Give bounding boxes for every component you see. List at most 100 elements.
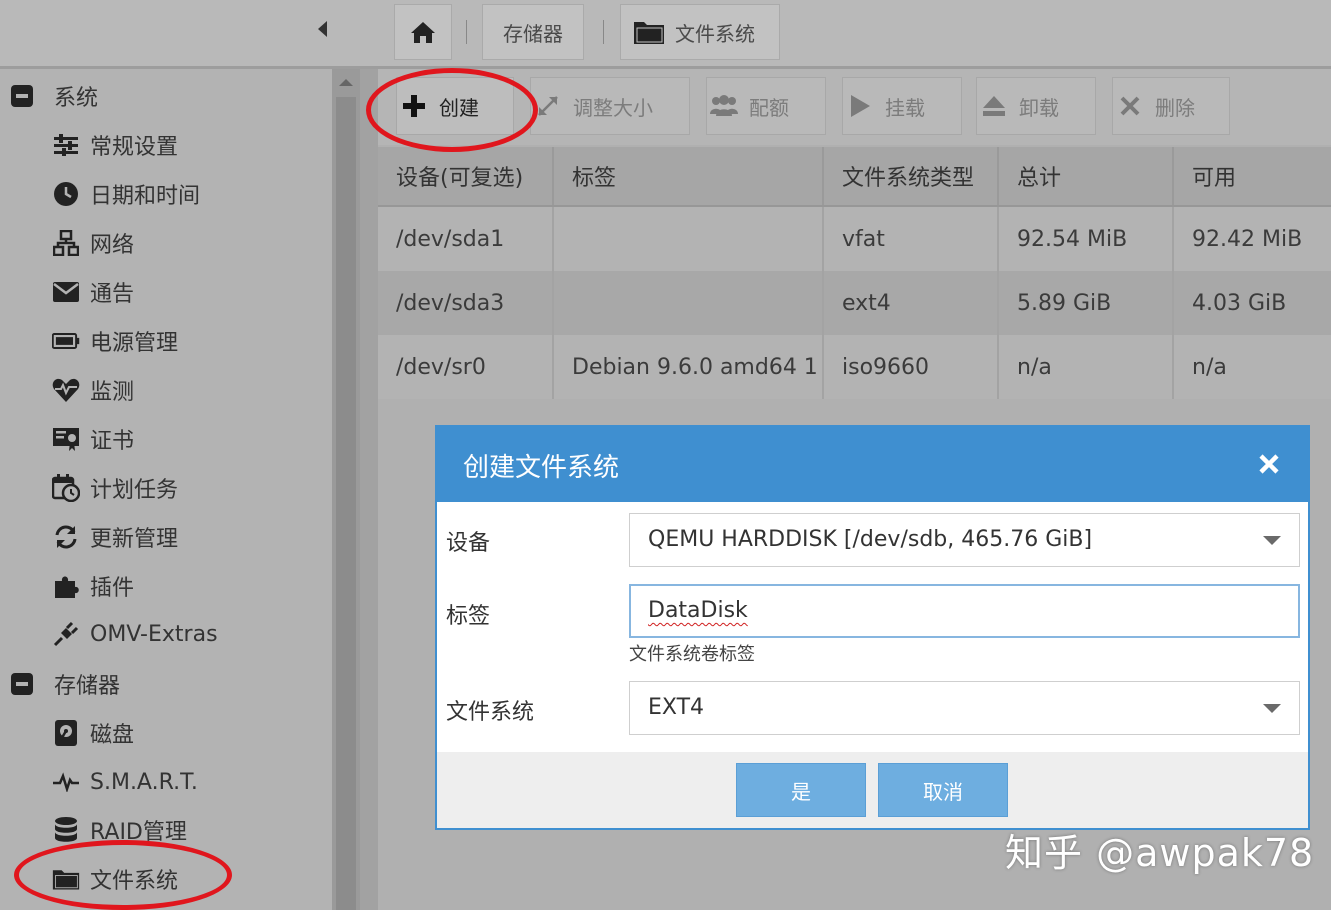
- cell-available: 4.03 GiB: [1192, 290, 1287, 316]
- collapse-sidebar-button[interactable]: [312, 18, 332, 40]
- delete-button[interactable]: 删除: [1112, 77, 1230, 135]
- table-row[interactable]: /dev/sr0 Debian 9.6.0 amd64 1 iso9660 n/…: [378, 335, 1331, 399]
- resize-button[interactable]: 调整大小: [530, 77, 690, 135]
- unmount-button[interactable]: 卸载: [976, 77, 1096, 135]
- envelope-icon: [52, 278, 80, 306]
- breadcrumb-storage[interactable]: 存储器: [482, 4, 584, 60]
- ok-button[interactable]: 是: [736, 763, 866, 817]
- scroll-up-icon[interactable]: [339, 79, 353, 86]
- sidebar-scrollbar[interactable]: [332, 69, 360, 910]
- sidebar-item-update-management[interactable]: 更新管理: [0, 514, 330, 560]
- mount-button-label: 挂载: [885, 95, 925, 120]
- heartbeat-icon: [52, 376, 80, 404]
- device-select-value: QEMU HARDDISK [/dev/sdb, 465.76 GiB]: [648, 527, 1093, 552]
- home-icon: [411, 22, 435, 43]
- breadcrumb-home[interactable]: [394, 4, 452, 60]
- sidebar-item-scheduled-jobs[interactable]: 计划任务: [0, 465, 330, 511]
- cell-total: 92.54 MiB: [999, 207, 1174, 271]
- breadcrumb-separator: [466, 20, 467, 44]
- battery-icon: [52, 327, 80, 355]
- sidebar-item-label: 证书: [90, 429, 135, 454]
- filesystem-select-value: EXT4: [648, 695, 705, 720]
- column-header-device[interactable]: 设备(可复选): [378, 147, 554, 205]
- scrollbar-thumb[interactable]: [336, 97, 356, 910]
- label-input[interactable]: DataDisk: [629, 584, 1300, 638]
- sidebar-item-label: 磁盘: [90, 723, 135, 748]
- play-icon: [843, 94, 877, 118]
- sidebar-item-disks[interactable]: 磁盘: [0, 710, 330, 756]
- watermark: 知乎 @awpak78: [1005, 831, 1315, 875]
- sidebar-group-label: 系统: [54, 86, 99, 111]
- column-header-label: 文件系统类型: [842, 166, 975, 191]
- sidebar-group-storage[interactable]: 存储器: [0, 660, 330, 708]
- cell-label: Debian 9.6.0 amd64 1: [554, 335, 824, 399]
- cancel-button[interactable]: 取消: [878, 763, 1008, 817]
- cell-total: n/a: [999, 335, 1174, 399]
- sidebar-group-label: 存储器: [54, 674, 121, 699]
- sidebar-item-power-management[interactable]: 电源管理: [0, 318, 330, 364]
- sidebar-item-general-settings[interactable]: 常规设置: [0, 122, 330, 168]
- cell-device: /dev/sr0: [378, 335, 554, 399]
- cell-device: /dev/sda1: [378, 207, 554, 271]
- breadcrumb-separator: [603, 20, 604, 44]
- mount-button[interactable]: 挂载: [842, 77, 962, 135]
- quota-button-label: 配额: [749, 95, 789, 120]
- create-filesystem-dialog: 创建文件系统 设备 QEMU HARDDISK [/dev/sdb, 465.7…: [435, 425, 1310, 830]
- cell-available: n/a: [1192, 354, 1227, 380]
- column-header-total[interactable]: 总计: [999, 147, 1174, 205]
- column-header-label-col[interactable]: 标签: [554, 147, 824, 205]
- certificate-icon: [52, 425, 80, 453]
- chevron-left-icon: [317, 21, 327, 37]
- breadcrumb-filesystems[interactable]: 文件系统: [620, 4, 780, 60]
- database-icon: [52, 816, 80, 844]
- cell-fs-type: vfat: [824, 207, 999, 271]
- collapse-minus-icon[interactable]: [11, 85, 33, 107]
- column-header-label: 总计: [1017, 166, 1062, 191]
- collapse-minus-icon[interactable]: [11, 673, 33, 695]
- sidebar-item-network[interactable]: 网络: [0, 220, 330, 266]
- filesystem-field-label: 文件系统: [446, 700, 535, 725]
- sidebar-item-date-time[interactable]: 日期和时间: [0, 171, 330, 217]
- sidebar-item-label: S.M.A.R.T.: [90, 769, 198, 795]
- sidebar-item-label: 日期和时间: [90, 184, 201, 209]
- device-field-label: 设备: [446, 531, 491, 556]
- sliders-icon: [52, 131, 80, 159]
- sidebar-item-certificates[interactable]: 证书: [0, 416, 330, 462]
- label-field-label: 标签: [446, 604, 491, 629]
- table-row[interactable]: /dev/sda1 vfat 92.54 MiB 92.42 MiB: [378, 207, 1331, 271]
- sidebar-group-system[interactable]: 系统: [0, 72, 330, 120]
- sidebar-item-notification[interactable]: 通告: [0, 269, 330, 315]
- chevron-down-icon[interactable]: [1263, 704, 1281, 713]
- dialog-title: 创建文件系统: [463, 453, 620, 483]
- quota-button[interactable]: 配额: [706, 77, 826, 135]
- top-bar: 存储器 文件系统: [0, 0, 1331, 69]
- cell-fs-type: ext4: [824, 271, 999, 335]
- column-header-available[interactable]: 可用: [1174, 147, 1331, 205]
- calendar-clock-icon: [52, 474, 80, 502]
- clock-icon: [52, 180, 80, 208]
- cell-total: 5.89 GiB: [999, 271, 1174, 335]
- sidebar-item-label: OMV-Extras: [90, 621, 218, 647]
- eject-icon: [977, 95, 1011, 117]
- dialog-footer: 是 取消: [437, 752, 1308, 828]
- sidebar-item-label: 常规设置: [90, 135, 179, 160]
- delete-button-label: 删除: [1155, 95, 1195, 120]
- sidebar-item-smart[interactable]: S.M.A.R.T.: [0, 759, 330, 805]
- sidebar-item-label: 插件: [90, 576, 135, 601]
- table-row[interactable]: /dev/sda3 ext4 5.89 GiB 4.03 GiB: [378, 271, 1331, 335]
- annotation-circle-filesystems: [14, 840, 232, 910]
- column-header-label: 可用: [1192, 166, 1237, 191]
- plug-icon: [52, 620, 80, 648]
- sidebar-item-label: 更新管理: [90, 527, 179, 552]
- panel-splitter[interactable]: [360, 69, 378, 910]
- label-input-value: DataDisk: [648, 598, 748, 623]
- filesystem-select[interactable]: EXT4: [629, 681, 1300, 735]
- device-select[interactable]: QEMU HARDDISK [/dev/sdb, 465.76 GiB]: [629, 513, 1300, 567]
- sidebar-item-monitoring[interactable]: 监测: [0, 367, 330, 413]
- close-icon[interactable]: [1255, 450, 1283, 478]
- sidebar-item-omv-extras[interactable]: OMV-Extras: [0, 611, 330, 657]
- sidebar-item-plugins[interactable]: 插件: [0, 563, 330, 609]
- column-header-label: 标签: [572, 166, 617, 191]
- chevron-down-icon[interactable]: [1263, 536, 1281, 545]
- column-header-fs-type[interactable]: 文件系统类型: [824, 147, 999, 205]
